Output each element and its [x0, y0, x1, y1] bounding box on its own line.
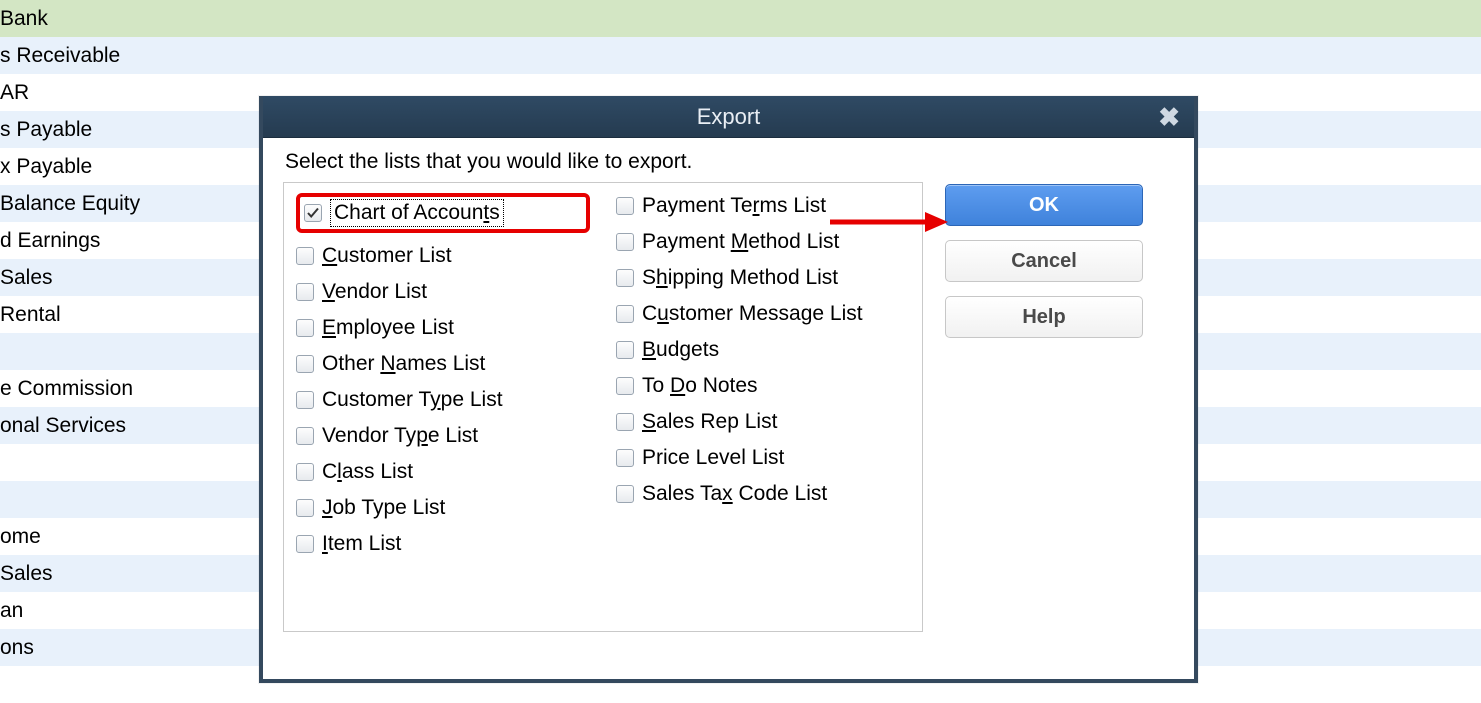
dialog-instruction: Select the lists that you would like to … [285, 150, 1174, 174]
account-row[interactable]: Bank [0, 0, 1481, 37]
checkbox[interactable] [616, 197, 634, 215]
export-option-sales-tax-code-list[interactable]: Sales Tax Code List [616, 481, 906, 507]
checkbox-label: Customer Type List [322, 387, 503, 413]
dialog-title: Export [697, 104, 761, 130]
checkbox-label: To Do Notes [642, 373, 758, 399]
export-option-payment-terms-list[interactable]: Payment Terms List [616, 193, 906, 219]
export-option-chart-of-accounts[interactable]: Chart of Accounts [296, 193, 590, 233]
checkbox-label: Shipping Method List [642, 265, 838, 291]
checkbox[interactable] [296, 499, 314, 517]
export-option-payment-method-list[interactable]: Payment Method List [616, 229, 906, 255]
export-option-job-type-list[interactable]: Job Type List [296, 495, 596, 521]
checkbox[interactable] [304, 204, 322, 222]
checkbox-label: Vendor List [322, 279, 427, 305]
help-button[interactable]: Help [945, 296, 1143, 338]
ok-button[interactable]: OK [945, 184, 1143, 226]
checkbox[interactable] [616, 233, 634, 251]
export-option-to-do-notes[interactable]: To Do Notes [616, 373, 906, 399]
checkbox-label: Class List [322, 459, 413, 485]
checkbox-label: Customer List [322, 243, 452, 269]
checkbox-label: Item List [322, 531, 401, 557]
export-option-employee-list[interactable]: Employee List [296, 315, 596, 341]
checkbox[interactable] [616, 341, 634, 359]
checkbox[interactable] [616, 305, 634, 323]
dialog-titlebar: Export ✖ [263, 96, 1194, 138]
checkbox-label: Vendor Type List [322, 423, 478, 449]
export-option-customer-message-list[interactable]: Customer Message List [616, 301, 906, 327]
checkbox[interactable] [616, 485, 634, 503]
export-option-shipping-method-list[interactable]: Shipping Method List [616, 265, 906, 291]
dialog-button-column: OK Cancel Help [945, 184, 1143, 338]
checkbox-label: Price Level List [642, 445, 784, 471]
export-option-other-names-list[interactable]: Other Names List [296, 351, 596, 377]
cancel-button[interactable]: Cancel [945, 240, 1143, 282]
checkbox-label: Payment Terms List [642, 193, 826, 219]
checkbox[interactable] [296, 427, 314, 445]
export-option-vendor-type-list[interactable]: Vendor Type List [296, 423, 596, 449]
checkbox-label: Employee List [322, 315, 454, 341]
checkbox-label: Chart of Accounts [330, 199, 504, 227]
checkbox-label: Sales Rep List [642, 409, 777, 435]
checkbox[interactable] [296, 319, 314, 337]
checkbox[interactable] [296, 247, 314, 265]
export-option-customer-type-list[interactable]: Customer Type List [296, 387, 596, 413]
checkbox-label: Customer Message List [642, 301, 863, 327]
export-option-vendor-list[interactable]: Vendor List [296, 279, 596, 305]
close-icon[interactable]: ✖ [1158, 104, 1180, 130]
checkbox-label: Payment Method List [642, 229, 839, 255]
export-option-price-level-list[interactable]: Price Level List [616, 445, 906, 471]
checkbox[interactable] [296, 283, 314, 301]
checkbox-label: Budgets [642, 337, 719, 363]
checkbox[interactable] [616, 269, 634, 287]
checkbox[interactable] [296, 355, 314, 373]
checkbox[interactable] [296, 463, 314, 481]
account-row[interactable]: s Receivable [0, 37, 1481, 74]
checkbox[interactable] [616, 449, 634, 467]
checkbox-label: Job Type List [322, 495, 445, 521]
checkbox[interactable] [296, 535, 314, 553]
checkbox-label: Other Names List [322, 351, 485, 377]
export-dialog: Export ✖ Select the lists that you would… [259, 96, 1198, 683]
checkbox[interactable] [616, 413, 634, 431]
export-lists-box: Chart of Accounts Customer List Vendor Lis… [283, 182, 923, 632]
export-option-class-list[interactable]: Class List [296, 459, 596, 485]
export-option-customer-list[interactable]: Customer List [296, 243, 596, 269]
checkbox[interactable] [296, 391, 314, 409]
export-option-item-list[interactable]: Item List [296, 531, 596, 557]
export-option-sales-rep-list[interactable]: Sales Rep List [616, 409, 906, 435]
checkbox-label: Sales Tax Code List [642, 481, 827, 507]
export-option-budgets[interactable]: Budgets [616, 337, 906, 363]
checkbox[interactable] [616, 377, 634, 395]
